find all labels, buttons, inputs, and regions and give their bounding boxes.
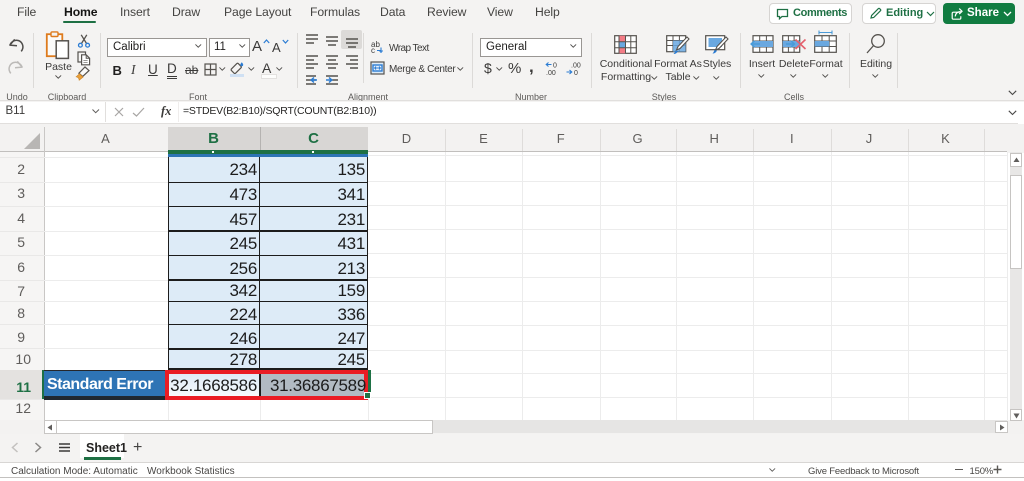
svg-text:0: 0 xyxy=(553,63,557,70)
svg-text:0: 0 xyxy=(574,70,578,76)
svg-text:.00: .00 xyxy=(571,63,581,70)
svg-text:c: c xyxy=(371,46,375,53)
svg-text:.00: .00 xyxy=(546,70,556,76)
